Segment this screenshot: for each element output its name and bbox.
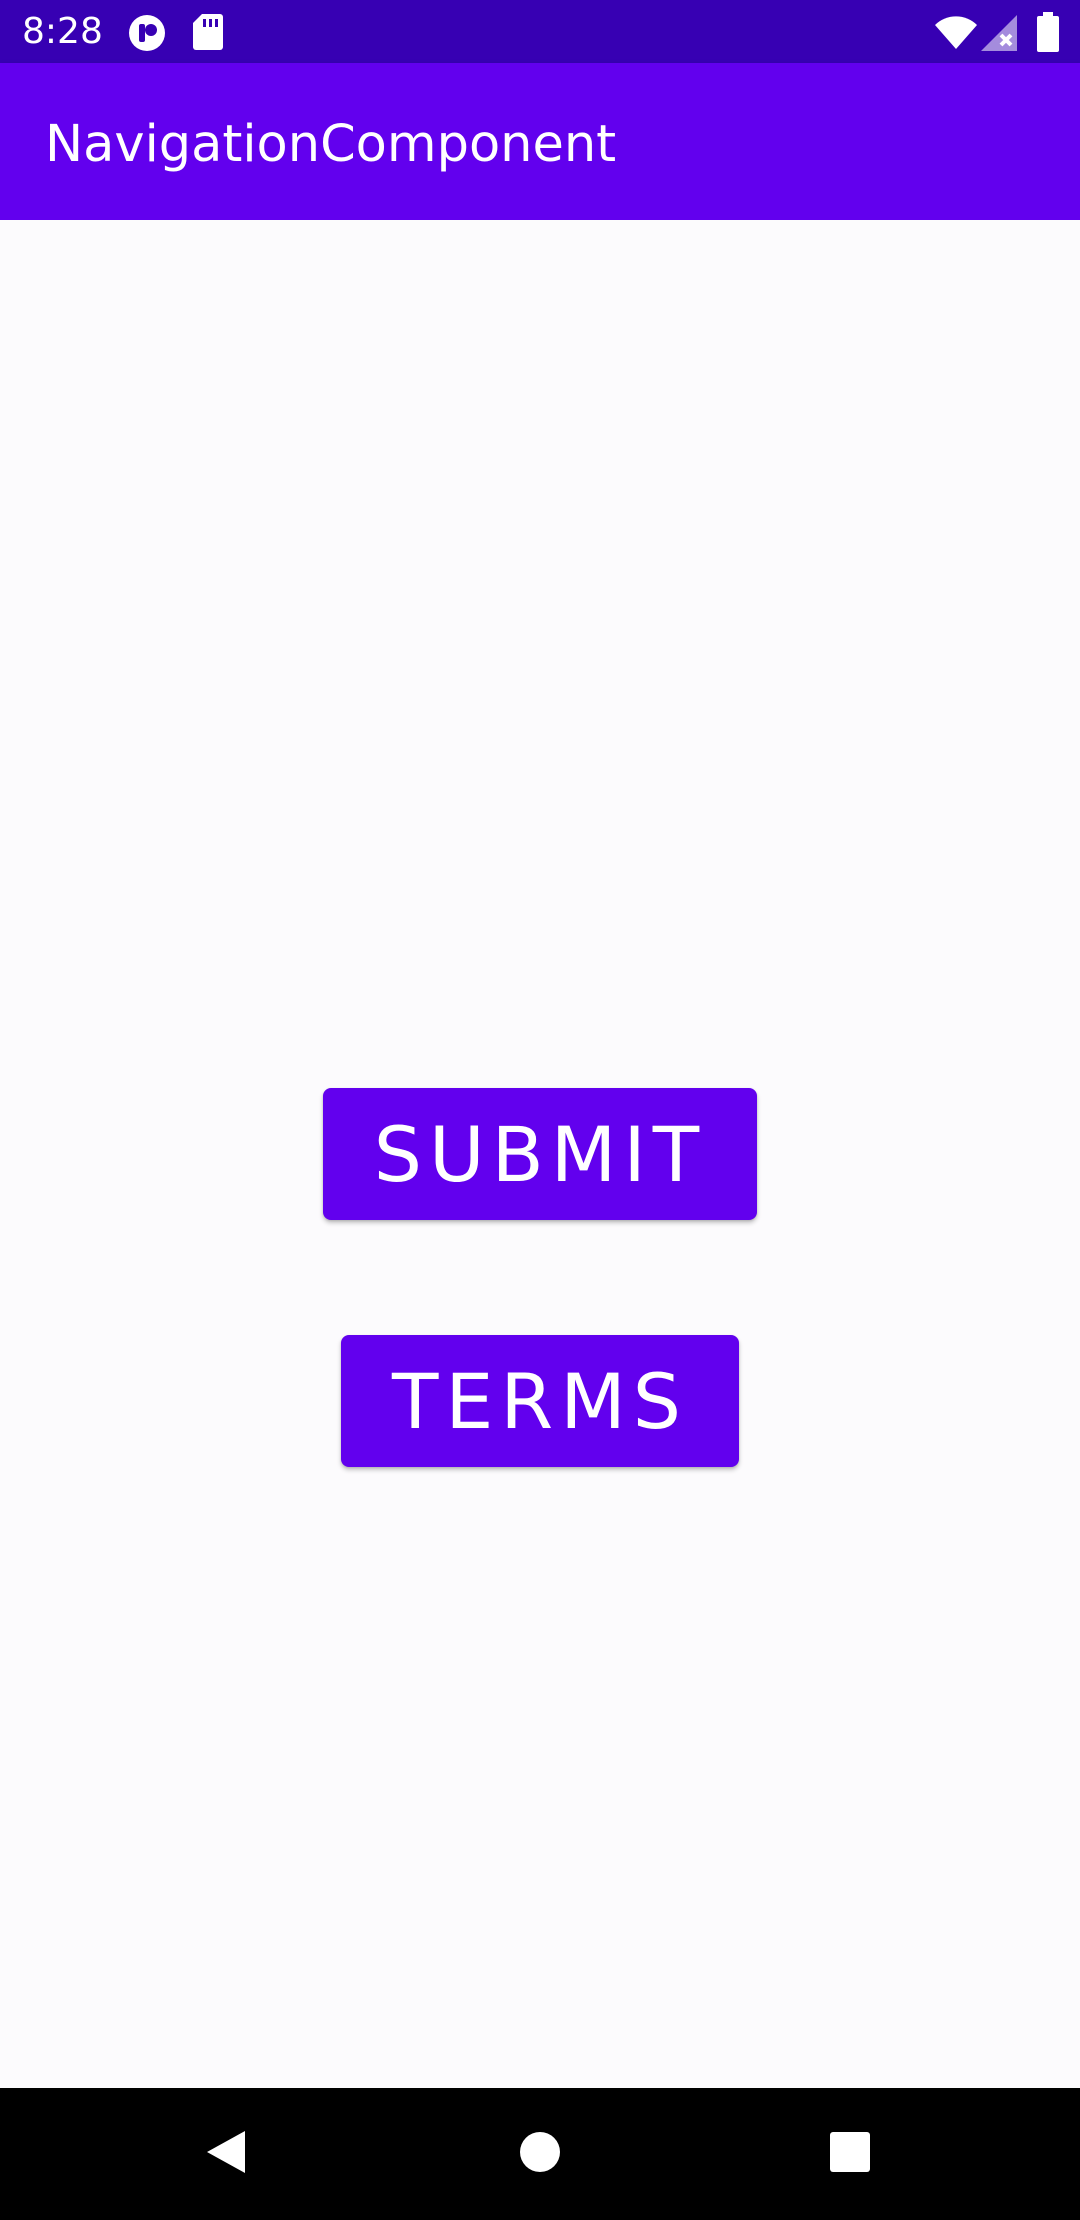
home-icon: [519, 2131, 561, 2178]
submit-button[interactable]: SUBMIT: [323, 1088, 757, 1220]
terms-button[interactable]: TERMS: [341, 1335, 739, 1467]
status-time: 8:28: [22, 11, 103, 52]
back-button[interactable]: [160, 2088, 292, 2220]
sd-card-icon: [193, 14, 223, 55]
battery-icon: [1037, 12, 1059, 57]
signal-icon: [981, 15, 1017, 56]
wifi-icon: [935, 16, 977, 55]
navigation-bar: [0, 2088, 1080, 2220]
app-bar: NavigationComponent: [0, 63, 1080, 220]
recents-button[interactable]: [784, 2088, 916, 2220]
home-button[interactable]: [474, 2088, 606, 2220]
status-bar: 8:28: [0, 0, 1080, 63]
recents-icon: [830, 2131, 870, 2177]
app-title: NavigationComponent: [45, 115, 617, 174]
back-icon: [205, 2129, 247, 2180]
app-notification-icon: [128, 14, 166, 57]
